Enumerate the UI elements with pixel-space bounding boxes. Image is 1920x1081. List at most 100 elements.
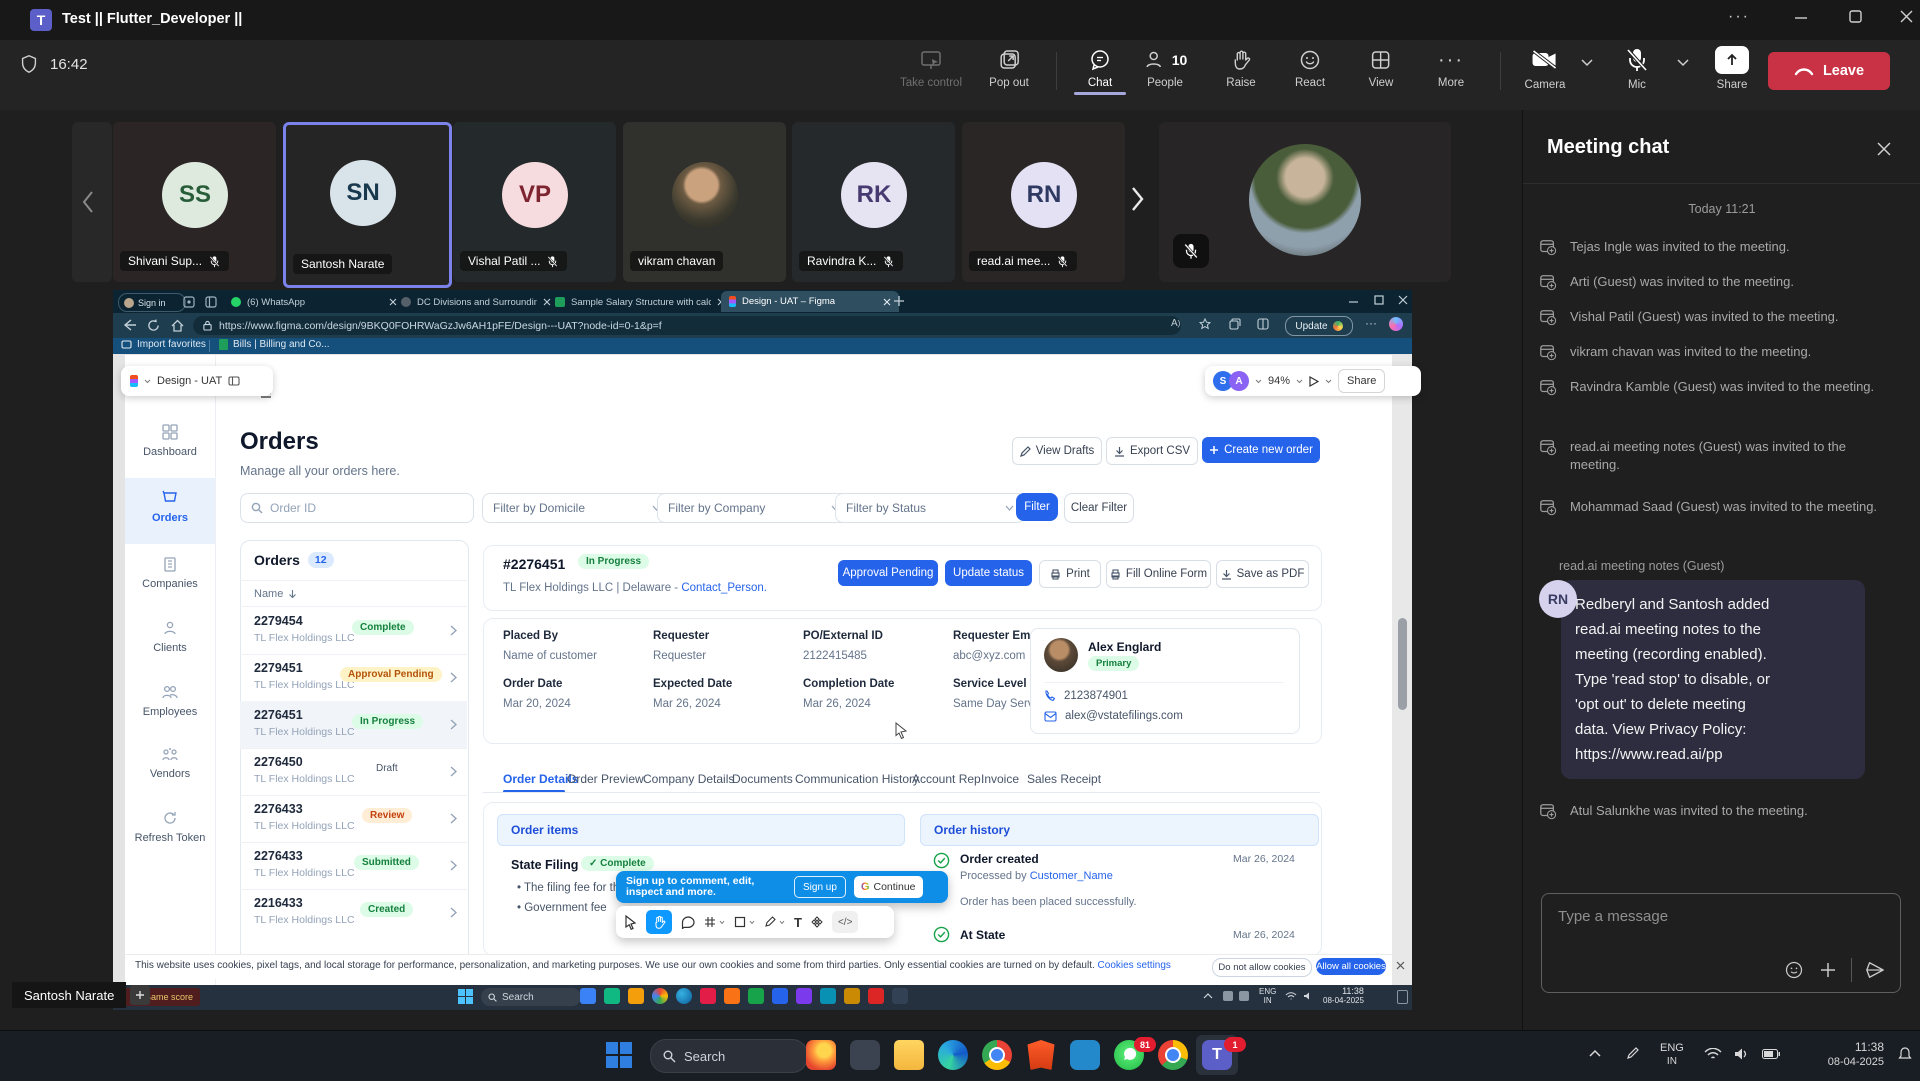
leave-button[interactable]: Leave <box>1768 52 1890 90</box>
refresh-icon[interactable] <box>147 319 160 332</box>
remote-taskbar-icon[interactable] <box>796 988 812 1004</box>
tray-volume-icon[interactable] <box>1734 1047 1749 1061</box>
remote-lang-indicator[interactable]: ENGIN <box>1259 987 1276 1005</box>
tray-notification-icon[interactable] <box>1898 1047 1912 1062</box>
taskbar-icon-chrome[interactable] <box>982 1040 1012 1070</box>
participant-tile[interactable]: RK Ravindra K... <box>792 122 955 282</box>
approval-pending-button[interactable]: Approval Pending <box>838 560 938 586</box>
taskbar-search[interactable]: Search <box>650 1039 808 1073</box>
favorites-star-icon[interactable] <box>1199 318 1211 330</box>
update-status-button[interactable]: Update status <box>945 560 1032 586</box>
remote-notification-icon[interactable] <box>1397 990 1408 1004</box>
print-button[interactable]: Print <box>1039 560 1101 588</box>
new-tab-icon[interactable] <box>893 295 905 307</box>
tab-account-rep[interactable]: Account Rep <box>912 772 981 786</box>
remote-taskbar-icon[interactable] <box>580 988 596 1004</box>
layout-icon[interactable] <box>228 376 240 386</box>
emoji-icon[interactable] <box>1784 960 1804 980</box>
titlebar-more-icon[interactable]: ··· <box>1728 8 1750 26</box>
browser-tab[interactable]: DC Divisions and Surroundings <box>393 292 559 312</box>
cookie-settings-link[interactable]: Cookies settings <box>1098 960 1171 971</box>
minimize-icon[interactable] <box>1790 6 1812 28</box>
send-icon[interactable] <box>1864 960 1886 980</box>
more-button[interactable]: ··· More <box>1438 48 1464 89</box>
tray-pen-icon[interactable] <box>1626 1046 1640 1060</box>
cookie-close-icon[interactable] <box>1395 960 1406 971</box>
filter-domicile-dropdown[interactable]: Filter by Domicile <box>482 493 672 523</box>
remote-taskbar-icon[interactable] <box>700 988 716 1004</box>
frame-tool-icon[interactable] <box>734 916 746 928</box>
collections-icon[interactable] <box>1229 318 1241 330</box>
sidebar-item-companies[interactable]: Companies <box>125 556 215 590</box>
react-button[interactable]: React <box>1295 48 1325 89</box>
remote-start-icon[interactable] <box>458 989 473 1004</box>
participant-tile[interactable]: VP Vishal Patil ... <box>453 122 616 282</box>
comment-tool-icon[interactable] <box>681 916 695 929</box>
present-icon[interactable] <box>1309 376 1319 387</box>
order-row[interactable]: 2279454TL Flex Holdings LLC Complete <box>240 607 467 655</box>
fill-online-form-button[interactable]: Fill Online Form <box>1106 560 1211 588</box>
cookie-deny-button[interactable]: Do not allow cookies <box>1212 958 1312 977</box>
remote-taskbar-icon[interactable] <box>868 988 884 1004</box>
filter-status-dropdown[interactable]: Filter by Status <box>835 493 1025 523</box>
taskbar-icon-edge[interactable] <box>938 1040 968 1070</box>
tray-wifi-icon[interactable] <box>1704 1048 1722 1061</box>
browser-close-icon[interactable] <box>1398 295 1408 305</box>
figma-share-button[interactable]: Share <box>1338 369 1385 393</box>
remote-taskbar-icon[interactable] <box>724 988 740 1004</box>
participant-tile[interactable]: SS Shivani Sup... <box>113 122 276 282</box>
favorite-import[interactable]: Import favorites <box>121 339 206 350</box>
order-id-search[interactable]: Order ID <box>240 493 474 523</box>
cookie-allow-button[interactable]: Allow all cookies <box>1316 958 1386 975</box>
tab-sales-receipt[interactable]: Sales Receipt <box>1027 772 1101 786</box>
remote-taskbar-icon[interactable] <box>820 988 836 1004</box>
taskbar-icon-vscode[interactable] <box>1070 1040 1100 1070</box>
remote-taskbar-icon[interactable] <box>652 988 668 1004</box>
components-tool-icon[interactable] <box>811 916 823 928</box>
grid-tool-icon[interactable] <box>704 916 716 928</box>
save-as-pdf-button[interactable]: Save as PDF <box>1216 560 1309 588</box>
people-button[interactable]: 10 People <box>1143 48 1188 89</box>
create-new-order-button[interactable]: Create new order <box>1202 437 1320 463</box>
zoom-level[interactable]: 94% <box>1268 375 1290 387</box>
order-row[interactable]: 2276450TL Flex Holdings LLC Draft <box>240 748 467 796</box>
browser-tab[interactable]: (6) WhatsApp <box>223 292 405 312</box>
dev-mode-toggle[interactable]: </> <box>832 911 858 933</box>
collaborator-avatar[interactable]: A <box>1229 371 1249 391</box>
hand-tool-active[interactable] <box>646 910 672 934</box>
filter-button[interactable]: Filter <box>1016 493 1058 521</box>
remote-taskbar-icon[interactable] <box>844 988 860 1004</box>
tab-documents[interactable]: Documents <box>732 772 793 786</box>
mic-button[interactable]: Mic <box>1623 46 1651 91</box>
contact-email-row[interactable]: alex@vstatefilings.com <box>1044 710 1183 722</box>
clear-filter-button[interactable]: Clear Filter <box>1064 493 1134 523</box>
tab-close-icon[interactable] <box>883 298 891 306</box>
pop-out-button[interactable]: Pop out <box>989 48 1029 89</box>
tiles-scroll-left[interactable] <box>72 122 112 282</box>
tray-battery-icon[interactable] <box>1762 1049 1780 1059</box>
sidebar-item-orders[interactable]: Orders <box>125 490 215 524</box>
sidebar-item-refresh-token[interactable]: Refresh Token <box>125 810 215 844</box>
start-button[interactable] <box>606 1042 632 1068</box>
participant-tile-active[interactable]: SN Santosh Narate <box>283 122 452 288</box>
back-icon[interactable] <box>123 319 137 331</box>
taskbar-icon-chrome-2[interactable] <box>1158 1040 1188 1070</box>
view-button[interactable]: View <box>1369 48 1394 89</box>
order-row[interactable]: 2276433TL Flex Holdings LLC Review <box>240 795 467 843</box>
remote-taskbar-icon[interactable] <box>676 988 692 1004</box>
taskbar-icon-file-explorer[interactable] <box>894 1040 924 1070</box>
browser-profile-button[interactable]: Sign in <box>118 293 186 312</box>
browser-tab-active[interactable]: Design - UAT – Figma <box>721 291 899 312</box>
vertical-tabs-icon[interactable] <box>205 296 217 308</box>
move-tool-icon[interactable] <box>624 915 637 930</box>
maximize-icon[interactable] <box>1845 6 1867 28</box>
camera-chevron-icon[interactable] <box>1580 58 1594 68</box>
camera-button[interactable]: Camera <box>1525 46 1566 91</box>
workspaces-icon[interactable] <box>183 296 195 308</box>
scrollbar-thumb[interactable] <box>1398 618 1407 710</box>
sidebar-item-clients[interactable]: Clients <box>125 620 215 654</box>
browser-maximize-icon[interactable] <box>1374 295 1384 305</box>
customer-name-link[interactable]: Customer_Name <box>1030 870 1113 882</box>
tab-communication-history[interactable]: Communication History <box>795 772 919 786</box>
sidebar-item-dashboard[interactable]: Dashboard <box>125 424 215 458</box>
